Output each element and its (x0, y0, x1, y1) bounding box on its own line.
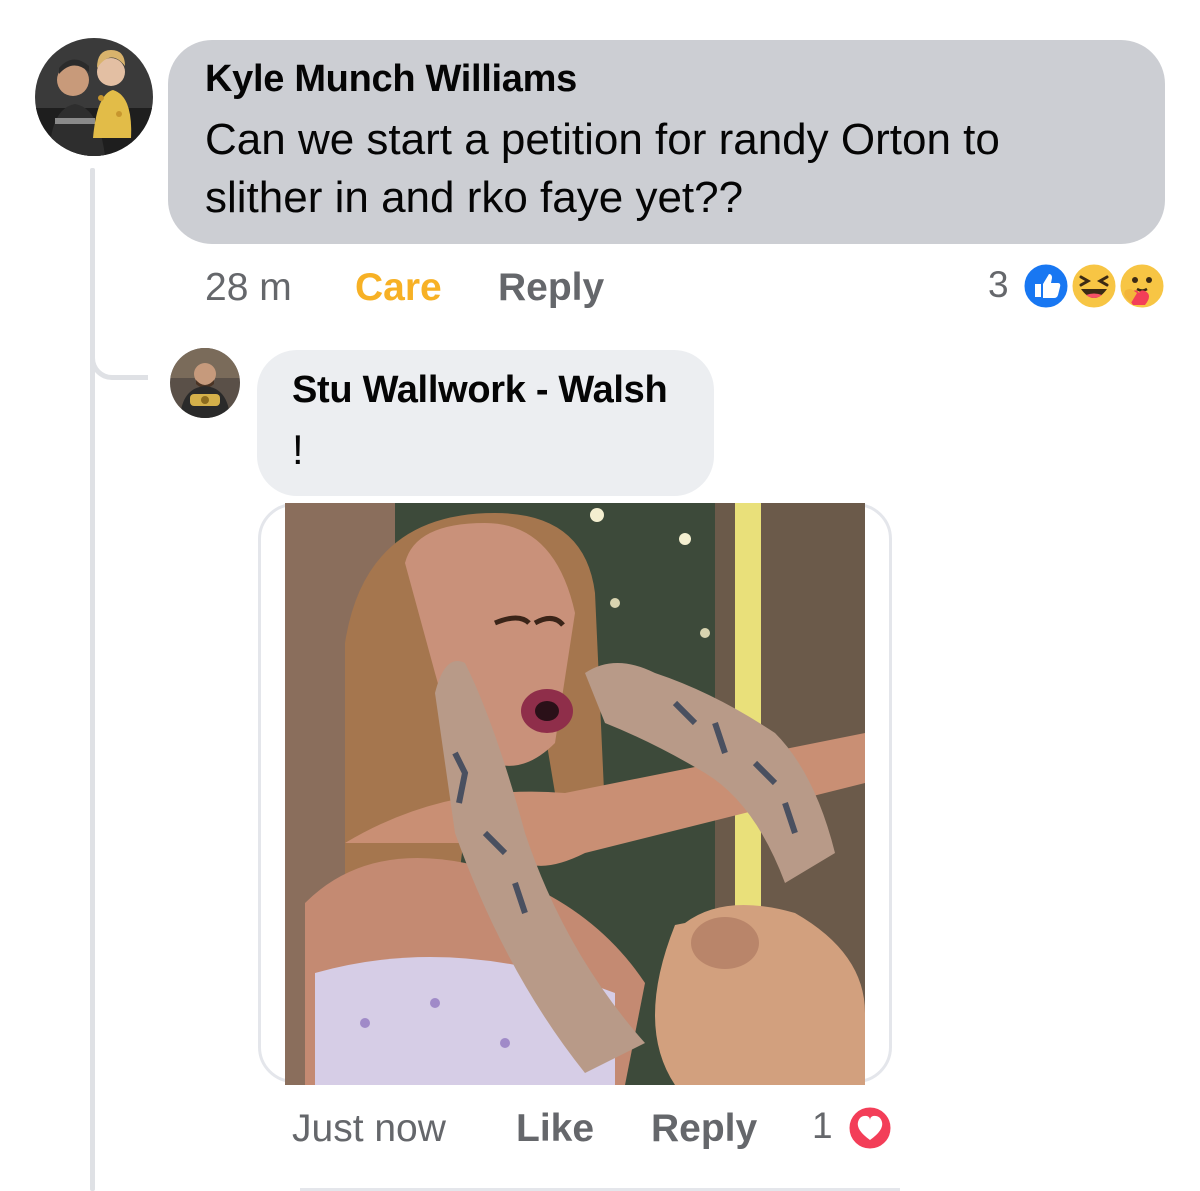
reply-image[interactable] (285, 503, 865, 1085)
love-icon (846, 1104, 894, 1152)
reply-button[interactable]: Reply (498, 266, 604, 310)
care-icon (1117, 261, 1167, 311)
reply-button[interactable]: Reply (651, 1107, 757, 1151)
haha-icon (1069, 261, 1119, 311)
reaction-count[interactable]: 3 (988, 264, 1009, 306)
like-icon (1021, 261, 1071, 311)
comment-text: Can we start a petition for randy Orton … (205, 111, 1000, 227)
reply-text: ! (292, 426, 304, 473)
avatar[interactable] (170, 348, 240, 418)
care-reaction-button[interactable]: Care (355, 266, 442, 310)
comment-text-line: Can we start a petition for randy Orton … (205, 115, 1000, 164)
like-button[interactable]: Like (516, 1107, 594, 1151)
reply-author[interactable]: Stu Wallwork - Walsh (292, 369, 668, 412)
thread-line (90, 168, 95, 1191)
comment-author[interactable]: Kyle Munch Williams (205, 58, 577, 101)
thread-connector (90, 330, 148, 380)
comment-text-line: slither in and rko faye yet?? (205, 173, 744, 222)
reply-timestamp[interactable]: Just now (292, 1107, 446, 1151)
avatar[interactable] (35, 38, 153, 156)
comment-timestamp[interactable]: 28 m (205, 266, 292, 310)
reaction-count[interactable]: 1 (812, 1105, 833, 1147)
